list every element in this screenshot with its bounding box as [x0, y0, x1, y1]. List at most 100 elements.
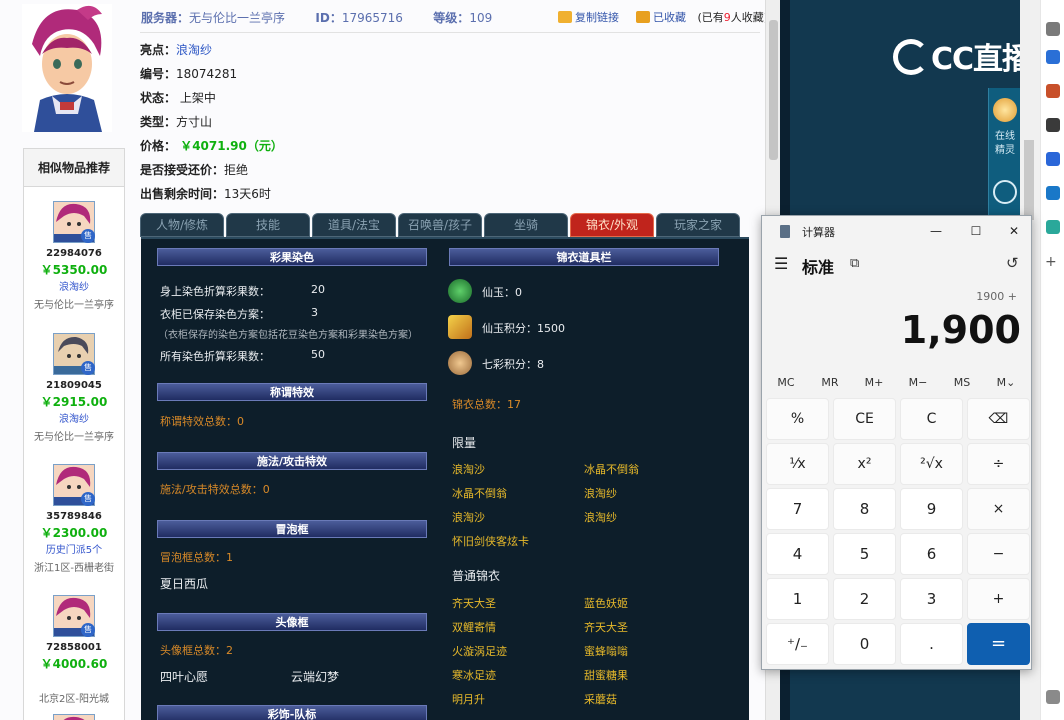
- level-label: 等级：: [433, 11, 470, 25]
- minimize-button[interactable]: —: [925, 221, 947, 241]
- similar-item-name[interactable]: 浪淘纱: [24, 279, 124, 297]
- similar-item-avatar[interactable]: 售: [53, 201, 95, 243]
- section-spell-effect: 施法/攻击特效: [157, 452, 427, 470]
- clock-icon[interactable]: [993, 180, 1017, 204]
- similar-item[interactable]: 售 35789846 ￥2300.00 历史门派5个 浙江1区-西栅老街: [24, 464, 124, 578]
- tab-character[interactable]: 人物/修炼: [140, 213, 224, 237]
- tab-appearance[interactable]: 锦衣/外观: [570, 213, 654, 237]
- similar-item-avatar[interactable]: 售: [53, 595, 95, 637]
- calculator-window: 计算器 — ☐ ✕ ☰ 标准 ⧉ ↺ 1900 + 1,900 MC MR M+…: [761, 215, 1032, 670]
- prop-value: 方寸山: [176, 115, 213, 129]
- digit-6-button[interactable]: 6: [900, 533, 963, 575]
- clear-entry-button[interactable]: CE: [833, 398, 896, 440]
- similar-item-avatar[interactable]: 售: [53, 464, 95, 506]
- memory-subtract-button[interactable]: M−: [896, 376, 940, 389]
- calculator-titlebar[interactable]: 计算器 — ☐ ✕: [762, 216, 1031, 246]
- clear-button[interactable]: C: [900, 398, 963, 440]
- outfit-name: 浪淘沙: [452, 463, 485, 476]
- send-icon[interactable]: [1046, 220, 1060, 234]
- backspace-button[interactable]: ⌫: [967, 398, 1030, 440]
- similar-item-name[interactable]: 历史门派5个: [24, 542, 124, 560]
- add-button[interactable]: +: [967, 578, 1030, 620]
- maximize-button[interactable]: ☐: [965, 221, 987, 241]
- similar-item-name[interactable]: [24, 673, 124, 691]
- similar-item[interactable]: 售 72858001 ￥4000.60 北京2区-阳光城: [24, 595, 124, 709]
- prop-highlight: 亮点：浪淘纱: [140, 40, 283, 64]
- rainbow-points-icon: [448, 351, 472, 375]
- memory-list-button[interactable]: M⌄: [984, 376, 1028, 389]
- similar-item[interactable]: 售 22984076 ￥5350.00 浪淘纱 无与伦比一兰亭序: [24, 201, 124, 315]
- equals-button[interactable]: =: [967, 623, 1030, 665]
- scrollbar-thumb[interactable]: [769, 20, 778, 160]
- tag-icon[interactable]: [1046, 50, 1060, 64]
- sale-badge: 售: [81, 623, 95, 637]
- copy-link-button[interactable]: 复制链接: [558, 11, 619, 24]
- tab-home[interactable]: 玩家之家: [656, 213, 740, 237]
- chess-icon[interactable]: [1046, 118, 1060, 132]
- decimal-button[interactable]: .: [900, 623, 963, 665]
- digit-1-button[interactable]: 1: [766, 578, 829, 620]
- dye-row-value: 3: [311, 306, 318, 319]
- digit-7-button[interactable]: 7: [766, 488, 829, 530]
- similar-item-avatar[interactable]: 售: [53, 333, 95, 375]
- similar-item[interactable]: 售 21809045 ￥2915.00 浪淘纱 无与伦比一兰亭序: [24, 333, 124, 447]
- tab-skills[interactable]: 技能: [226, 213, 310, 237]
- toolbox-icon[interactable]: [1046, 84, 1060, 98]
- shield-icon[interactable]: [1046, 152, 1060, 166]
- memory-recall-button[interactable]: MR: [808, 376, 852, 389]
- jade-points-icon: [448, 315, 472, 339]
- outfit-name: 采蘑菇: [584, 693, 617, 706]
- prop-value: 拒绝: [224, 163, 249, 177]
- memory-clear-button[interactable]: MC: [764, 376, 808, 389]
- digit-4-button[interactable]: 4: [766, 533, 829, 575]
- negate-button[interactable]: ⁺∕₋: [766, 623, 829, 665]
- dye-row-label: 衣柜已保存染色方案：: [160, 308, 270, 321]
- calculator-expression: 1900 +: [976, 290, 1017, 303]
- outfit-item-label: 仙玉：0: [482, 286, 522, 299]
- outfit-name: 齐天大圣: [584, 621, 628, 634]
- scrollbar-thumb[interactable]: [1024, 140, 1034, 220]
- close-button[interactable]: ✕: [1003, 221, 1025, 241]
- favorite-button[interactable]: 已收藏: [636, 11, 686, 24]
- tab-mounts[interactable]: 坐骑: [484, 213, 568, 237]
- divide-button[interactable]: ÷: [967, 443, 1030, 485]
- bubble-count: 冒泡框总数：1: [160, 551, 233, 564]
- tab-items[interactable]: 道具/法宝: [312, 213, 396, 237]
- section-dye: 彩果染色: [157, 248, 427, 266]
- search-icon[interactable]: [1046, 22, 1060, 36]
- digit-8-button[interactable]: 8: [833, 488, 896, 530]
- assistant-icon[interactable]: [993, 98, 1017, 122]
- digit-0-button[interactable]: 0: [833, 623, 896, 665]
- reciprocal-button[interactable]: ¹⁄x: [766, 443, 829, 485]
- similar-item-name[interactable]: 浪淘纱: [24, 411, 124, 429]
- square-button[interactable]: x²: [833, 443, 896, 485]
- digit-9-button[interactable]: 9: [900, 488, 963, 530]
- avatar-frame-count: 头像框总数：2: [160, 644, 233, 657]
- prop-value[interactable]: 浪淘纱: [176, 43, 212, 57]
- digit-3-button[interactable]: 3: [900, 578, 963, 620]
- assistant-label[interactable]: 在线精灵: [991, 130, 1019, 158]
- keep-on-top-icon[interactable]: ⧉: [850, 256, 859, 271]
- memory-add-button[interactable]: M+: [852, 376, 896, 389]
- add-icon[interactable]: +: [1045, 254, 1057, 270]
- expand-icon[interactable]: [1046, 690, 1060, 704]
- mode-title: 标准: [802, 258, 835, 277]
- history-icon[interactable]: ↺: [1006, 254, 1019, 272]
- outfit-name: 浪淘沙: [452, 511, 485, 524]
- digit-2-button[interactable]: 2: [833, 578, 896, 620]
- square-root-button[interactable]: ²√x: [900, 443, 963, 485]
- menu-icon[interactable]: ☰: [774, 254, 788, 273]
- digit-5-button[interactable]: 5: [833, 533, 896, 575]
- percent-button[interactable]: %: [766, 398, 829, 440]
- prop-value: 13天6时: [224, 187, 271, 201]
- similar-item[interactable]: [24, 714, 124, 720]
- outlook-icon[interactable]: [1046, 186, 1060, 200]
- subtract-button[interactable]: −: [967, 533, 1030, 575]
- sale-badge: 售: [81, 361, 95, 375]
- tab-summons[interactable]: 召唤兽/孩子: [398, 213, 482, 237]
- multiply-button[interactable]: ×: [967, 488, 1030, 530]
- limited-heading: 限量: [452, 436, 477, 450]
- similar-item-avatar[interactable]: [53, 714, 95, 720]
- memory-store-button[interactable]: MS: [940, 376, 984, 389]
- prop-type: 类型：方寸山: [140, 112, 283, 136]
